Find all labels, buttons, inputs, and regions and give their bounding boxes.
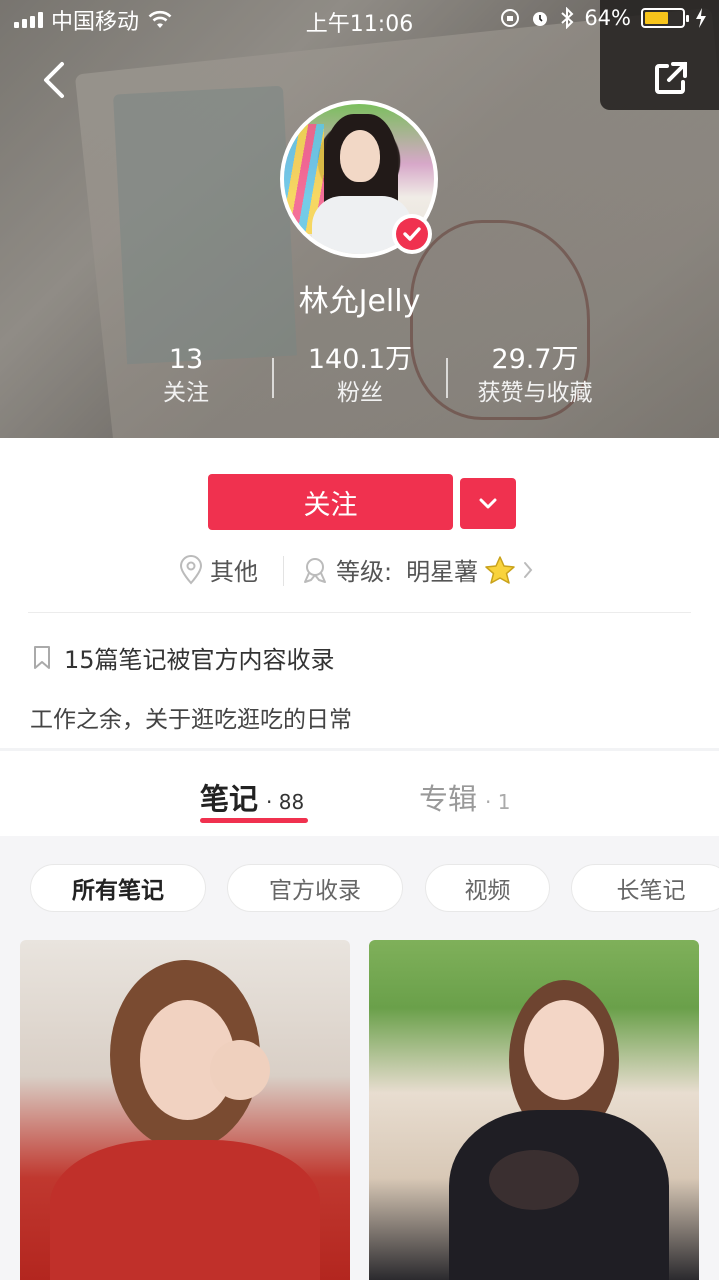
stat-divider bbox=[446, 358, 448, 398]
profile-stats: 13 关注 140.1万 粉丝 29.7万 获赞与收藏 bbox=[0, 342, 719, 412]
username: 林允Jelly bbox=[298, 284, 421, 319]
share-button[interactable] bbox=[651, 58, 691, 98]
profile-bio: 工作之余，关于逛吃逛吃的日常 bbox=[30, 707, 352, 733]
external-share-icon bbox=[655, 62, 687, 94]
charging-icon bbox=[696, 8, 706, 28]
note-card[interactable] bbox=[20, 940, 350, 1280]
profile-meta: 其他 等级: 明星薯 bbox=[0, 548, 719, 592]
star-icon bbox=[485, 555, 515, 584]
tab-notes[interactable]: 笔记 · 88 bbox=[200, 776, 304, 818]
orientation-lock-icon bbox=[501, 9, 520, 27]
verified-badge-icon bbox=[392, 214, 432, 254]
bluetooth-icon bbox=[561, 7, 574, 29]
filter-video[interactable]: 视频 bbox=[425, 864, 550, 912]
battery-percent: 64% bbox=[584, 6, 631, 30]
stat-likes-collections[interactable]: 29.7万 获赞与收藏 bbox=[460, 342, 610, 408]
alarm-icon bbox=[533, 12, 548, 26]
battery-icon bbox=[641, 8, 689, 28]
follow-button[interactable]: 关注 bbox=[208, 474, 453, 530]
tab-albums[interactable]: 专辑 · 1 bbox=[419, 776, 510, 818]
level-tag[interactable]: 等级: 明星薯 bbox=[300, 552, 534, 587]
level-medal-icon bbox=[304, 557, 326, 583]
filter-long-notes[interactable]: 长笔记 bbox=[571, 864, 719, 912]
stat-fans[interactable]: 140.1万 粉丝 bbox=[290, 342, 430, 408]
chevron-down-icon bbox=[479, 498, 497, 508]
stat-following[interactable]: 13 关注 bbox=[136, 342, 236, 408]
filter-all-notes[interactable]: 所有笔记 bbox=[30, 864, 206, 912]
status-bar: 中国移动 上午11:06 64% bbox=[0, 0, 719, 40]
note-card[interactable] bbox=[369, 940, 699, 1280]
location-pin-icon bbox=[179, 554, 203, 584]
official-collected-notice: 15篇笔记被官方内容收录 bbox=[32, 640, 335, 675]
active-tab-indicator bbox=[200, 818, 308, 823]
filter-official-collected[interactable]: 官方收录 bbox=[227, 864, 403, 912]
chevron-left-icon bbox=[44, 62, 64, 98]
back-button[interactable] bbox=[36, 56, 76, 104]
profile-header: 中国移动 上午11:06 64% 林允Jelly 13 关注 140.1万 粉丝… bbox=[0, 0, 719, 438]
follow-options-button[interactable] bbox=[460, 478, 516, 529]
divider bbox=[28, 612, 691, 613]
stat-divider bbox=[272, 358, 274, 398]
chevron-right-icon bbox=[524, 561, 533, 578]
location-tag: 其他 bbox=[178, 552, 258, 587]
bookmark-icon bbox=[34, 645, 50, 669]
